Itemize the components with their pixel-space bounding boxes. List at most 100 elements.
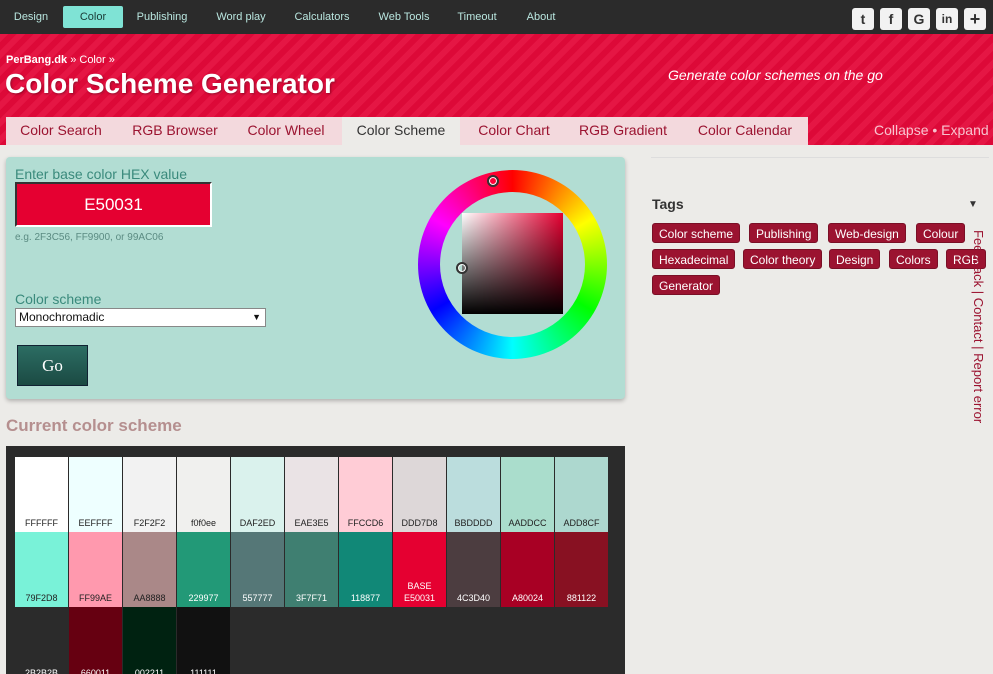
- tag-colour[interactable]: Colour: [916, 223, 966, 243]
- tag-hexadecimal[interactable]: Hexadecimal: [652, 249, 736, 269]
- facebook-icon[interactable]: f: [880, 8, 902, 30]
- breadcrumb-section[interactable]: Color: [79, 54, 105, 66]
- tag-design[interactable]: Design: [829, 249, 881, 269]
- color-swatch[interactable]: 229977: [177, 532, 230, 607]
- color-swatch[interactable]: f0f0ee: [177, 457, 230, 532]
- breadcrumb-separator: »: [67, 54, 80, 66]
- color-swatch[interactable]: 79F2D8: [15, 532, 68, 607]
- tab-color-scheme[interactable]: Color Scheme: [342, 117, 460, 146]
- linkedin-icon[interactable]: in: [936, 8, 958, 30]
- color-swatch[interactable]: A80024: [501, 532, 554, 607]
- color-swatch[interactable]: ADD8CF: [555, 457, 608, 532]
- hex-input[interactable]: E50031: [15, 182, 212, 227]
- color-swatch[interactable]: DDD7D8: [393, 457, 446, 532]
- base-label: BASE: [407, 581, 432, 591]
- color-swatch[interactable]: AADDCC: [501, 457, 554, 532]
- tag-colors[interactable]: Colors: [889, 249, 938, 269]
- add-icon[interactable]: +: [964, 8, 986, 30]
- tab-color-search[interactable]: Color Search: [6, 117, 116, 145]
- page-title: Color Scheme Generator: [5, 68, 335, 99]
- tab-color-calendar[interactable]: Color Calendar: [682, 117, 808, 145]
- scheme-select-value: Monochromadic: [19, 310, 105, 324]
- swatch-hex-code: 660011: [80, 668, 111, 674]
- swatch-hex-code: FFCCD6: [347, 518, 384, 528]
- tab-rgb-browser[interactable]: RGB Browser: [120, 117, 230, 145]
- go-button[interactable]: Go: [17, 345, 88, 386]
- color-swatch[interactable]: FF99AE: [69, 532, 122, 607]
- swatch-hex-code: EEFFFF: [78, 518, 113, 528]
- hex-label: Enter base color HEX value: [15, 166, 187, 182]
- color-swatch[interactable]: BASE E50031: [393, 532, 446, 607]
- swatch-hex-code: 881122: [566, 593, 597, 603]
- tag-web-design[interactable]: Web-design: [828, 223, 906, 243]
- tag-color-scheme[interactable]: Color scheme: [652, 223, 741, 243]
- swatch-hex-code: BBDDDD: [454, 518, 493, 528]
- tab-color-chart[interactable]: Color Chart: [464, 117, 564, 145]
- breadcrumb: PerBang.dk » Color »: [6, 54, 115, 66]
- swatch-hex-code: A80024: [511, 593, 544, 603]
- swatch-hex-code: F2F2F2: [133, 518, 166, 528]
- swatch-hex-code: 002211: [134, 668, 165, 674]
- color-swatch[interactable]: BBDDDD: [447, 457, 500, 532]
- color-swatch[interactable]: 3F7F71: [285, 532, 338, 607]
- swatch-grid: FFFFFF EEFFFF F2F2F2 f0f0ee DAF2ED EAE3E5 FFCC…: [6, 446, 625, 674]
- hex-hint: e.g. 2F3C56, FF9900, or 99AC06: [15, 232, 164, 243]
- tag-publishing[interactable]: Publishing: [749, 223, 819, 243]
- swatch-hex-code: 118877: [350, 593, 381, 603]
- color-swatch[interactable]: AA8888: [123, 532, 176, 607]
- color-swatch[interactable]: DAF2ED: [231, 457, 284, 532]
- swatch-hex-code: 3F7F71: [295, 593, 328, 603]
- nav-item-color[interactable]: Color: [63, 6, 123, 28]
- nav-item-web-tools[interactable]: Web Tools: [373, 6, 435, 28]
- saturation-marker[interactable]: [456, 262, 468, 274]
- color-swatch[interactable]: 002211: [123, 607, 176, 674]
- swatch-hex-code: 4C3D40: [456, 593, 491, 603]
- swatch-hex-code: f0f0ee: [190, 518, 217, 528]
- swatch-hex-code: 2B2B2B: [24, 668, 59, 674]
- tool-tabs: Color Search RGB Browser Color Wheel Col…: [6, 117, 808, 146]
- color-swatch[interactable]: 2B2B2B: [15, 607, 68, 674]
- color-swatch[interactable]: FFFFFF: [15, 457, 68, 532]
- scheme-select[interactable]: Monochromadic ▼: [15, 308, 266, 327]
- triangle-down-icon[interactable]: ▼: [968, 199, 978, 210]
- nav-item-calculators[interactable]: Calculators: [290, 6, 354, 28]
- tag-generator[interactable]: Generator: [652, 275, 721, 295]
- color-swatch[interactable]: 111111: [177, 607, 230, 674]
- swatch-hex-code: AA8888: [133, 593, 166, 603]
- color-swatch[interactable]: 660011: [69, 607, 122, 674]
- color-swatch[interactable]: 118877: [339, 532, 392, 607]
- tab-color-wheel[interactable]: Color Wheel: [234, 117, 338, 145]
- color-swatch[interactable]: F2F2F2: [123, 457, 176, 532]
- swatch-hex-code: DAF2ED: [239, 518, 276, 528]
- swatch-hex-code: 229977: [188, 593, 219, 603]
- swatch-hex-code: 111111: [190, 668, 217, 674]
- hue-marker[interactable]: [487, 175, 499, 187]
- swatch-hex-code: E50031: [403, 593, 436, 603]
- nav-item-about[interactable]: About: [520, 6, 562, 28]
- top-navigation: Design Color Publishing Word play Calcul…: [0, 0, 993, 34]
- swatch-hex-code: DDD7D8: [401, 518, 438, 528]
- twitter-icon[interactable]: t: [852, 8, 874, 30]
- color-swatch[interactable]: 557777: [231, 532, 284, 607]
- color-swatch[interactable]: FFCCD6: [339, 457, 392, 532]
- google-icon[interactable]: G: [908, 8, 930, 30]
- swatch-hex-code: 557777: [242, 593, 273, 603]
- collapse-expand-link[interactable]: Collapse • Expand: [874, 122, 989, 138]
- scheme-label: Color scheme: [15, 291, 102, 307]
- sidebar-divider: [651, 157, 989, 158]
- nav-item-design[interactable]: Design: [8, 6, 54, 28]
- nav-item-word-play[interactable]: Word play: [210, 6, 272, 28]
- saturation-value-square[interactable]: [462, 213, 563, 314]
- tab-rgb-gradient[interactable]: RGB Gradient: [568, 117, 678, 145]
- color-swatch[interactable]: 4C3D40: [447, 532, 500, 607]
- feedback-link[interactable]: Feedback | Contact | Report error: [968, 230, 988, 445]
- tag-color-theory[interactable]: Color theory: [743, 249, 823, 269]
- color-swatch[interactable]: EEFFFF: [69, 457, 122, 532]
- breadcrumb-site[interactable]: PerBang.dk: [6, 54, 67, 66]
- color-swatch[interactable]: EAE3E5: [285, 457, 338, 532]
- nav-item-publishing[interactable]: Publishing: [132, 6, 192, 28]
- chevron-down-icon: ▼: [252, 312, 261, 322]
- nav-item-timeout[interactable]: Timeout: [453, 6, 501, 28]
- color-swatch[interactable]: 881122: [555, 532, 608, 607]
- swatch-hex-code: EAE3E5: [294, 518, 329, 528]
